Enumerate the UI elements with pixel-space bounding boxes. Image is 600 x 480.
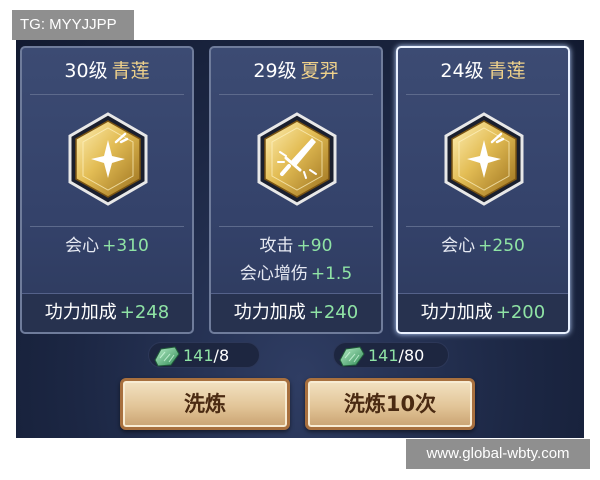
stat-value: +250 [478, 236, 525, 256]
divider [406, 94, 560, 95]
card-level: 30级 [64, 60, 108, 82]
stat-row: 会心 +250 [398, 232, 568, 260]
power-bonus-row: 功力加成 +240 [211, 293, 381, 332]
power-bonus-label: 功力加成 [420, 302, 493, 323]
cost-ten: 141/80 [333, 342, 449, 368]
card-title: 30级 青莲 [22, 48, 192, 94]
stat-value: +1.5 [310, 264, 353, 284]
stat-value: +90 [296, 236, 333, 256]
stat-list: 会心 +310 [22, 232, 192, 260]
power-bonus-label: 功力加成 [233, 302, 306, 323]
divider [30, 94, 184, 95]
jade-need: /8 [213, 346, 230, 365]
power-bonus-value: +248 [119, 302, 170, 323]
card-level: 24级 [440, 60, 484, 82]
jade-need: /80 [398, 346, 425, 365]
stat-label: 会心 [441, 236, 476, 256]
sparkle-emblem-icon [444, 112, 524, 206]
card-name: 夏羿 [300, 60, 339, 82]
refine-panel: 30级 青莲 会心 +310 功力加成 +248 29级 夏羿 攻击 +90 会… [16, 40, 584, 438]
card-name: 青莲 [111, 60, 150, 82]
power-bonus-value: +200 [495, 302, 546, 323]
card-level: 29级 [253, 60, 297, 82]
attribute-card-1[interactable]: 30级 青莲 会心 +310 功力加成 +248 [20, 46, 194, 334]
divider [219, 94, 373, 95]
stat-list: 攻击 +90 会心增伤 +1.5 [211, 232, 381, 288]
stat-value: +310 [102, 236, 149, 256]
stat-row: 会心 +310 [22, 232, 192, 260]
stat-row: 会心增伤 +1.5 [211, 260, 381, 288]
stat-row: 攻击 +90 [211, 232, 381, 260]
refine-once-button[interactable]: 洗炼 [120, 378, 290, 430]
divider [219, 226, 373, 227]
cost-single: 141/8 [148, 342, 260, 368]
stat-label: 攻击 [259, 236, 294, 256]
stat-label: 会心 [65, 236, 100, 256]
jade-have: 141 [183, 346, 214, 365]
attribute-card-2[interactable]: 29级 夏羿 攻击 +90 会心增伤 +1.5 功力加成 +240 [209, 46, 383, 334]
watermark-top-left: TG: MYYJJPP [12, 10, 134, 40]
power-bonus-row: 功力加成 +248 [22, 293, 192, 332]
divider [30, 226, 184, 227]
jade-stone-icon [339, 346, 365, 367]
card-name: 青莲 [487, 60, 526, 82]
watermark-bottom-right: www.global-wbty.com [406, 439, 590, 469]
card-title: 24级 青莲 [398, 48, 568, 94]
divider [406, 226, 560, 227]
sparkle-emblem-icon [68, 112, 148, 206]
jade-have: 141 [368, 346, 399, 365]
power-bonus-value: +240 [308, 302, 359, 323]
stat-list: 会心 +250 [398, 232, 568, 260]
power-bonus-label: 功力加成 [44, 302, 117, 323]
stat-label: 会心增伤 [239, 264, 308, 284]
jade-stone-icon [154, 346, 180, 367]
refine-ten-times-button[interactable]: 洗炼10次 [305, 378, 475, 430]
attribute-card-3[interactable]: 24级 青莲 会心 +250 功力加成 +200 [396, 46, 570, 334]
sword-emblem-icon [257, 112, 337, 206]
power-bonus-row: 功力加成 +200 [398, 293, 568, 332]
card-title: 29级 夏羿 [211, 48, 381, 94]
